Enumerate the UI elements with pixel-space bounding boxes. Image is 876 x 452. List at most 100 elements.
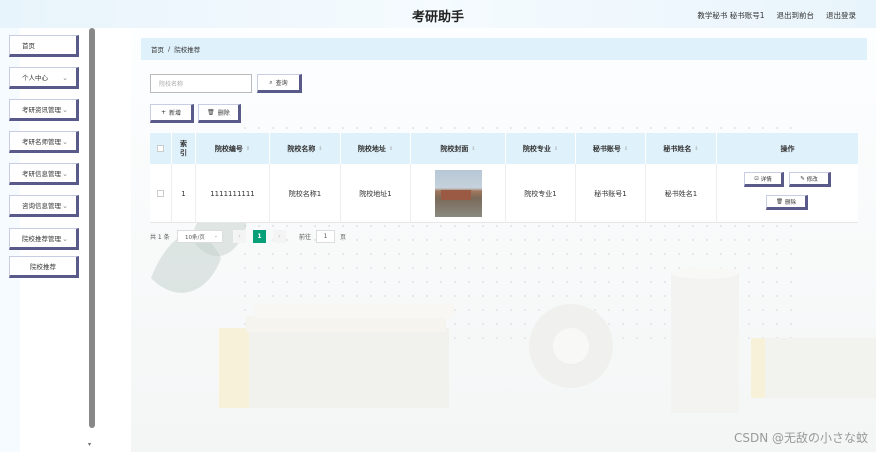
- cell-address: 院校地址1: [341, 164, 411, 223]
- goto-page-input[interactable]: 1: [316, 230, 335, 243]
- col-secretary[interactable]: 秘书姓名 ⇕: [646, 133, 717, 164]
- sidebar-item-label: 考研名师管理: [22, 138, 61, 146]
- chevron-down-icon: ⌄: [62, 74, 68, 82]
- col-cover[interactable]: 院校封面 ⇕: [411, 133, 506, 164]
- col-account-label: 秘书账号: [592, 144, 621, 153]
- sort-icon[interactable]: ⇕: [554, 146, 558, 152]
- col-index: 索引: [172, 133, 196, 164]
- col-major-label: 院校专业: [522, 144, 551, 153]
- col-operations-label: 操作: [780, 144, 795, 153]
- col-operations: 操作: [717, 133, 858, 164]
- sidebar-item-label: 咨询信息管理: [22, 202, 61, 210]
- watermark: CSDN @无敌の小さな蚊: [733, 431, 868, 445]
- cell-major: 院校专业1: [506, 164, 576, 223]
- chevron-down-icon: ⌄: [62, 170, 68, 178]
- edit-button-label: 修改: [806, 176, 818, 183]
- delete-button-label: 删除: [217, 110, 230, 117]
- sort-icon[interactable]: ⇕: [389, 146, 393, 152]
- col-name[interactable]: 院校名称 ⇕: [270, 133, 341, 164]
- trash-icon: 🗑: [207, 109, 215, 116]
- sidebar-item-personal-center[interactable]: 个人中心 ⌄: [9, 67, 79, 89]
- page-size-select[interactable]: 10条/页 ⌄: [177, 230, 223, 243]
- cell-secretary: 秘书姓名1: [646, 164, 717, 223]
- page-number-current[interactable]: 1: [253, 230, 266, 243]
- goto-label: 前往: [299, 234, 312, 241]
- page-unit-label: 页: [340, 234, 347, 241]
- total-count: 共 1 条: [150, 234, 170, 241]
- table-row: 1 1111111111 院校名称1 院校地址1 院校专业1 秘书账号1 秘书姓…: [150, 164, 858, 223]
- detail-icon: ⊡: [754, 175, 759, 182]
- sort-icon[interactable]: ⇕: [246, 146, 250, 152]
- cell-account: 秘书账号1: [576, 164, 646, 223]
- sidebar-item-info-management[interactable]: 考研信息管理 ⌄: [9, 163, 79, 185]
- plus-icon: +: [160, 109, 166, 116]
- row-checkbox[interactable]: [157, 190, 164, 197]
- trash-icon: 🗑: [776, 198, 783, 205]
- sidebar-item-label: 个人中心: [22, 74, 48, 82]
- col-name-label: 院校名称: [287, 144, 316, 153]
- detail-button[interactable]: ⊡ 详情: [744, 172, 784, 187]
- select-all-checkbox-cell[interactable]: [150, 133, 172, 164]
- table-header: 索引 院校编号 ⇕ 院校名称 ⇕ 院校地址 ⇕ 院校封面 ⇕ 院校专业 ⇕ 秘书账号 ⇕ 秘…: [150, 133, 858, 164]
- top-links: 教学秘书 秘书账号1 退出到前台 退出登录: [697, 10, 856, 21]
- sidebar-scrollbar[interactable]: [89, 28, 95, 428]
- col-index-label: 索引: [180, 139, 187, 157]
- col-code-label: 院校编号: [214, 144, 243, 153]
- delete-button[interactable]: 🗑 删除: [766, 195, 808, 210]
- sort-icon[interactable]: ⇕: [694, 146, 698, 152]
- cell-operations: ⊡ 详情 ✎ 修改 🗑 删除: [717, 164, 858, 223]
- back-to-front-link[interactable]: 退出到前台: [777, 10, 815, 21]
- scroll-down-icon[interactable]: ▾: [88, 441, 91, 448]
- sidebar-subitem-school-recommend[interactable]: 院校推荐: [9, 256, 79, 278]
- batch-delete-button[interactable]: 🗑 删除: [198, 104, 241, 123]
- cell-index: 1: [172, 164, 196, 223]
- col-secretary-label: 秘书姓名: [663, 144, 692, 153]
- col-major[interactable]: 院校专业 ⇕: [506, 133, 576, 164]
- next-page-button[interactable]: ›: [273, 230, 286, 243]
- col-address-label: 院校地址: [357, 144, 386, 153]
- sidebar-item-news-management[interactable]: 考研资讯管理 ⌄: [9, 99, 79, 121]
- sidebar-item-school-recommend-management[interactable]: 院校推荐管理 ⌄: [9, 228, 79, 250]
- sidebar-item-label: 首页: [22, 42, 35, 50]
- col-account[interactable]: 秘书账号 ⇕: [576, 133, 646, 164]
- row-checkbox-cell[interactable]: [150, 164, 172, 223]
- sort-icon[interactable]: ⇕: [318, 146, 322, 152]
- logout-link[interactable]: 退出登录: [826, 10, 856, 21]
- breadcrumb: 首页 / 院校推荐: [141, 38, 867, 60]
- sort-icon[interactable]: ⇕: [624, 146, 628, 152]
- sidebar-item-label: 考研信息管理: [22, 170, 61, 178]
- search-button[interactable]: ⌕ 查询: [257, 74, 302, 93]
- chevron-down-icon: ⌄: [62, 138, 68, 146]
- breadcrumb-current: 院校推荐: [174, 46, 201, 54]
- top-bar: 考研助手 教学秘书 秘书账号1 退出到前台 退出登录: [0, 0, 876, 28]
- sidebar-item-consult-management[interactable]: 咨询信息管理 ⌄: [9, 195, 79, 217]
- edit-button[interactable]: ✎ 修改: [789, 172, 831, 187]
- col-code[interactable]: 院校编号 ⇕: [196, 133, 270, 164]
- breadcrumb-home[interactable]: 首页: [151, 44, 164, 54]
- main-content: 首页 / 院校推荐 院校名称 ⌕ 查询 + 新增 🗑 删除 索引 院校编号 ⇕ 院…: [131, 28, 876, 452]
- sidebar-item-label: 院校推荐: [30, 263, 56, 271]
- col-cover-label: 院校封面: [440, 144, 469, 153]
- sidebar-item-teacher-management[interactable]: 考研名师管理 ⌄: [9, 131, 79, 153]
- search-icon: ⌕: [269, 78, 273, 86]
- current-user: 教学秘书 秘书账号1: [697, 11, 765, 20]
- edit-icon: ✎: [800, 175, 805, 182]
- col-address[interactable]: 院校地址 ⇕: [341, 133, 411, 164]
- sort-icon[interactable]: ⇕: [471, 146, 475, 152]
- add-button[interactable]: + 新增: [150, 104, 194, 123]
- chevron-down-icon: ⌄: [62, 106, 68, 114]
- breadcrumb-separator: /: [168, 45, 171, 53]
- sidebar: 首页 个人中心 ⌄ 考研资讯管理 ⌄ 考研名师管理 ⌄ 考研信息管理 ⌄ 咨询信…: [0, 28, 95, 452]
- school-name-search-input[interactable]: 院校名称: [150, 74, 252, 93]
- select-all-checkbox[interactable]: [157, 145, 164, 152]
- prev-page-button[interactable]: ‹: [233, 230, 246, 243]
- search-button-label: 查询: [275, 80, 288, 87]
- school-cover-image[interactable]: [434, 170, 482, 217]
- sidebar-item-label: 考研资讯管理: [22, 106, 61, 114]
- cell-cover: [411, 164, 506, 223]
- cell-name: 院校名称1: [270, 164, 341, 223]
- sidebar-item-home[interactable]: 首页: [9, 35, 79, 57]
- chevron-right-icon: ›: [278, 233, 281, 240]
- page-size-value: 10条/页: [185, 234, 205, 241]
- sidebar-item-label: 院校推荐管理: [22, 235, 61, 243]
